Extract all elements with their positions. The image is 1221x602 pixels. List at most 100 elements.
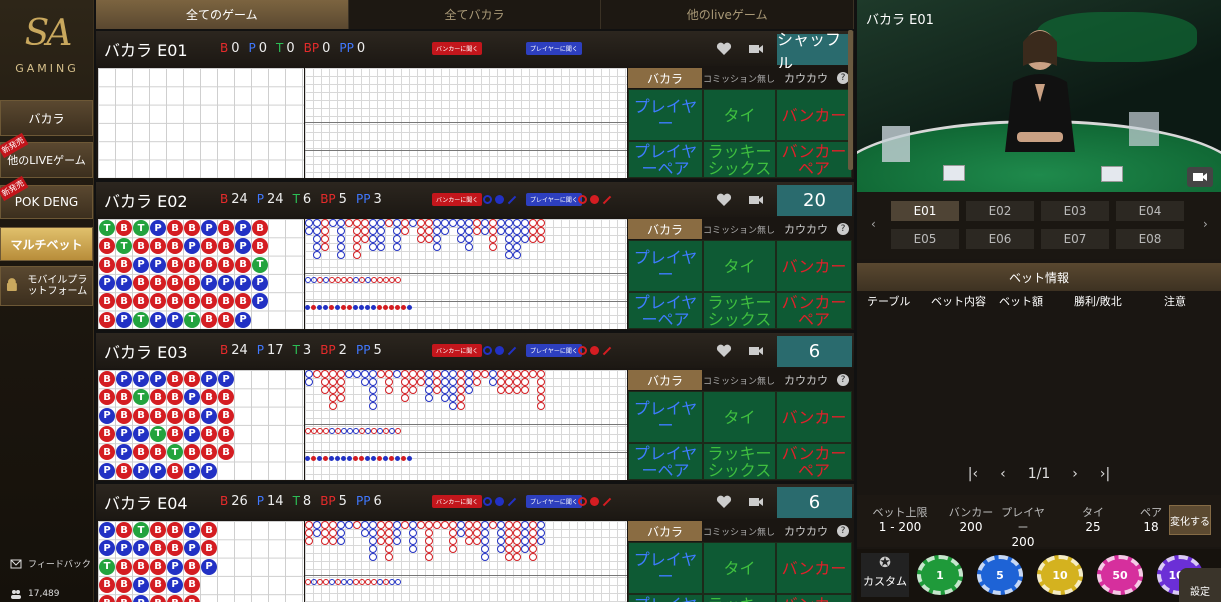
bet-banker-pair[interactable]: バンカーペア (776, 443, 852, 480)
sa-gaming-logo[interactable]: SA GAMING (8, 6, 86, 92)
table-selector-item[interactable]: E06 (966, 229, 1034, 249)
big-road-mark (473, 537, 481, 545)
favorite-heart-icon[interactable] (716, 495, 732, 509)
game-table[interactable]: バカラ E04 B 26 P 14 T 8 BP 5 PP 6 バンカーに聞く プレイヤーに聞く … (96, 484, 854, 602)
bet-banker[interactable]: バンカー (776, 240, 852, 292)
stat-key: B (220, 41, 229, 55)
bet-mode-no-commission[interactable]: コミッション無し (703, 521, 775, 541)
first-page-icon[interactable]: |‹ (968, 466, 978, 482)
bet-banker-pair[interactable]: バンカーペア (776, 141, 852, 178)
table-selector-item[interactable]: E03 (1041, 201, 1109, 221)
game-table[interactable]: バカラ E02 B 24 P 24 T 6 BP 5 PP 3 バンカーに聞く プレイヤーに聞く … (96, 182, 854, 330)
ask-player-button[interactable]: プレイヤーに聞く (526, 495, 582, 508)
sidebar-item-mobile-platform[interactable]: モバイルプラットフォーム (0, 266, 93, 306)
bet-banker[interactable]: バンカー (776, 391, 852, 443)
bet-mode-baccarat[interactable]: バカラ (628, 370, 702, 390)
sidebar-item-baccarat[interactable]: バカラ (0, 100, 93, 136)
video-camera-icon[interactable] (748, 42, 764, 56)
bet-mode-baccarat[interactable]: バカラ (628, 68, 702, 88)
bet-player[interactable]: プレイヤー (628, 391, 703, 443)
bet-player-pair[interactable]: プレイヤーペア (628, 292, 703, 329)
bet-banker-pair[interactable]: バンカーペア (776, 292, 852, 329)
sidebar-item-other-live[interactable]: 新発売 他のLIVEゲーム (0, 132, 93, 178)
bet-player-pair[interactable]: プレイヤーペア (628, 443, 703, 480)
favorite-heart-icon[interactable] (716, 344, 732, 358)
table-selector-item[interactable]: E07 (1041, 229, 1109, 249)
favorite-heart-icon[interactable] (716, 193, 732, 207)
bet-mode-kaukau[interactable]: カウカウ (776, 521, 836, 541)
cockroach-road-mark (329, 305, 334, 310)
bet-lucky-six[interactable]: ラッキーシックス (703, 594, 776, 602)
table-selector-prev[interactable]: ‹ (871, 217, 876, 231)
tab-all-games[interactable]: 全てのゲーム (96, 0, 349, 29)
bet-player[interactable]: プレイヤー (628, 240, 703, 292)
sidebar-item-multi-bet[interactable]: マルチベット (0, 227, 93, 261)
favorite-heart-icon[interactable] (716, 42, 732, 56)
game-table[interactable]: バカラ E03 B 24 P 17 T 3 BP 2 PP 5 バンカーに聞く プレイヤーに聞く … (96, 333, 854, 481)
feedback-link[interactable]: フィードバック (10, 557, 91, 570)
bet-tie[interactable]: タイ (703, 89, 776, 141)
chip-50[interactable]: 50 (1097, 555, 1143, 595)
ask-player-button[interactable]: プレイヤーに聞く (526, 344, 582, 357)
table-selector-item[interactable]: E02 (966, 201, 1034, 221)
chip-10[interactable]: 10 (1037, 555, 1083, 595)
table-selector-item[interactable]: E04 (1116, 201, 1184, 221)
bet-lucky-six[interactable]: ラッキーシックス (703, 443, 776, 480)
live-video[interactable]: バカラ E01 (857, 0, 1221, 192)
ask-banker-button[interactable]: バンカーに聞く (432, 42, 483, 55)
table-selector-item[interactable]: E08 (1116, 229, 1184, 249)
lobby-scrollbar[interactable] (848, 30, 853, 170)
ask-banker-button[interactable]: バンカーに聞く (432, 193, 483, 206)
prev-page-icon[interactable]: ‹ (1000, 466, 1006, 482)
big-road-mark (425, 545, 433, 553)
ask-banker-button[interactable]: バンカーに聞く (432, 344, 483, 357)
bead-result: B (167, 540, 183, 557)
bet-player-pair[interactable]: プレイヤーペア (628, 594, 703, 602)
bet-mode-kaukau[interactable]: カウカウ (776, 68, 836, 88)
last-page-icon[interactable]: ›| (1100, 466, 1110, 482)
chip-1[interactable]: 1 (917, 555, 963, 595)
custom-chip-button[interactable]: ✪ カスタム (861, 553, 909, 597)
change-limit-button[interactable]: 変化する (1169, 505, 1211, 535)
bet-player-pair[interactable]: プレイヤーペア (628, 141, 703, 178)
bet-banker[interactable]: バンカー (776, 542, 852, 594)
bet-banker[interactable]: バンカー (776, 89, 852, 141)
bet-banker-pair[interactable]: バンカーペア (776, 594, 852, 602)
sidebar-item-pok-deng[interactable]: 新発売 POK DENG (0, 175, 93, 219)
video-camera-icon[interactable] (748, 193, 764, 207)
ask-player-button[interactable]: プレイヤーに聞く (526, 42, 582, 55)
bet-tie[interactable]: タイ (703, 240, 776, 292)
bet-tie[interactable]: タイ (703, 391, 776, 443)
big-road-mark (369, 370, 377, 378)
help-icon[interactable]: ? (836, 219, 850, 239)
ask-player-button[interactable]: プレイヤーに聞く (526, 193, 582, 206)
table-selector-next[interactable]: › (1203, 217, 1208, 231)
game-table[interactable]: バカラ E01 B 0 P 0 T 0 BP 0 PP 0 バンカーに聞く プレイヤーに聞く シャ… (96, 30, 854, 179)
help-icon[interactable]: ? (836, 521, 850, 541)
stat-key: B (220, 494, 229, 508)
bet-mode-no-commission[interactable]: コミッション無し (703, 370, 775, 390)
bet-tie[interactable]: タイ (703, 542, 776, 594)
bet-lucky-six[interactable]: ラッキーシックス (703, 141, 776, 178)
next-page-icon[interactable]: › (1072, 466, 1078, 482)
big-road-mark (329, 219, 337, 227)
bet-mode-kaukau[interactable]: カウカウ (776, 219, 836, 239)
camera-toggle-button[interactable] (1187, 167, 1213, 187)
bet-mode-no-commission[interactable]: コミッション無し (703, 68, 775, 88)
bet-mode-baccarat[interactable]: バカラ (628, 521, 702, 541)
video-camera-icon[interactable] (748, 495, 764, 509)
settings-button[interactable]: 設定 (1179, 568, 1221, 602)
bet-mode-kaukau[interactable]: カウカウ (776, 370, 836, 390)
tab-all-baccarat[interactable]: 全てバカラ (349, 0, 602, 29)
bet-player[interactable]: プレイヤー (628, 542, 703, 594)
bet-lucky-six[interactable]: ラッキーシックス (703, 292, 776, 329)
ask-banker-button[interactable]: バンカーに聞く (432, 495, 483, 508)
video-camera-icon[interactable] (748, 344, 764, 358)
bet-player[interactable]: プレイヤー (628, 89, 703, 141)
table-selector-item[interactable]: E01 (891, 201, 959, 221)
help-icon[interactable]: ? (836, 370, 850, 390)
chip-5[interactable]: 5 (977, 555, 1023, 595)
bet-mode-baccarat[interactable]: バカラ (628, 219, 702, 239)
bet-mode-no-commission[interactable]: コミッション無し (703, 219, 775, 239)
table-selector-item[interactable]: E05 (891, 229, 959, 249)
